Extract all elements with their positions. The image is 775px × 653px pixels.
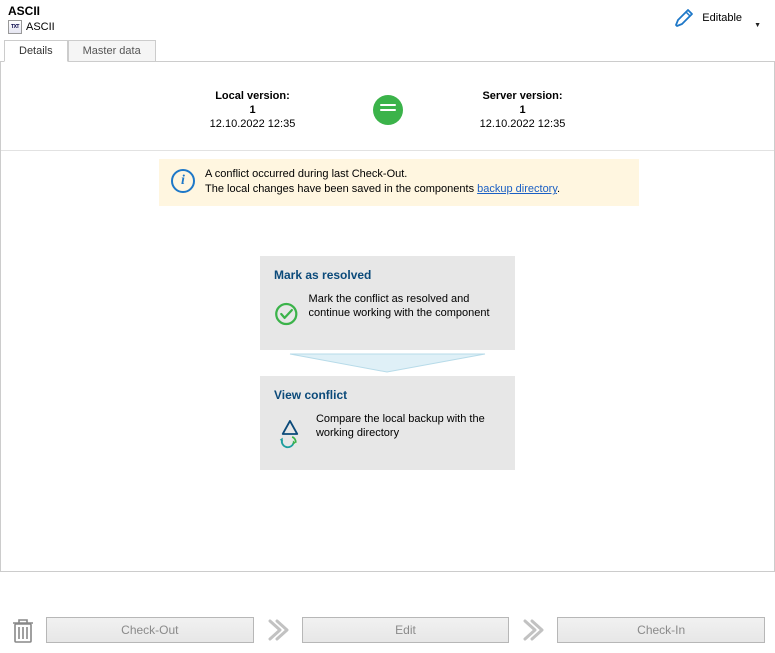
equals-icon	[373, 95, 403, 125]
tab-master-data[interactable]: Master data	[68, 40, 156, 61]
notice-line1: A conflict occurred during last Check-Ou…	[205, 167, 560, 182]
info-icon: i	[171, 169, 195, 193]
mark-resolved-title: Mark as resolved	[274, 268, 501, 282]
editable-label: Editable	[702, 12, 742, 24]
mark-resolved-text: Mark the conflict as resolved and contin…	[309, 292, 501, 321]
checkmark-circle-icon	[274, 292, 299, 336]
details-panel: Local version: 1 12.10.2022 12:35 Server…	[0, 62, 775, 572]
server-version-date: 12.10.2022 12:35	[443, 118, 603, 130]
backup-directory-link[interactable]: backup directory	[477, 183, 557, 195]
tab-bar: Details Master data	[0, 40, 775, 62]
component-name: ASCII	[26, 21, 55, 33]
pencil-icon	[672, 6, 696, 30]
conflict-notice: i A conflict occurred during last Check-…	[159, 159, 639, 206]
chevron-right-icon	[264, 616, 292, 644]
delete-icon[interactable]	[10, 615, 36, 645]
notice-line2: The local changes have been saved in the…	[205, 182, 560, 197]
notice-line2-suffix: .	[557, 183, 560, 195]
view-conflict-text: Compare the local backup with the workin…	[316, 412, 501, 441]
view-conflict-card[interactable]: View conflict Compare the local backup w…	[260, 376, 515, 470]
local-version-label: Local version:	[173, 90, 333, 102]
chevron-right-icon	[519, 616, 547, 644]
local-version-date: 12.10.2022 12:35	[173, 118, 333, 130]
check-out-button[interactable]: Check-Out	[46, 617, 254, 643]
flow-arrow-icon	[260, 350, 515, 376]
server-version-label: Server version:	[443, 90, 603, 102]
mark-resolved-card[interactable]: Mark as resolved Mark the conflict as re…	[260, 256, 515, 350]
chevron-down-icon: ▼	[754, 22, 761, 29]
compare-icon	[274, 412, 306, 456]
editable-dropdown[interactable]: Editable ▼	[672, 6, 761, 30]
versions-row: Local version: 1 12.10.2022 12:35 Server…	[1, 62, 774, 151]
edit-button[interactable]: Edit	[302, 617, 510, 643]
server-version-column: Server version: 1 12.10.2022 12:35	[443, 90, 603, 130]
tab-details[interactable]: Details	[4, 40, 68, 62]
txt-file-icon: TXT	[8, 20, 22, 34]
server-version-number: 1	[443, 104, 603, 116]
view-conflict-title: View conflict	[274, 388, 501, 402]
check-in-button[interactable]: Check-In	[557, 617, 765, 643]
local-version-column: Local version: 1 12.10.2022 12:35	[173, 90, 333, 130]
page-title: ASCII	[8, 4, 767, 18]
notice-line2-prefix: The local changes have been saved in the…	[205, 183, 477, 195]
local-version-number: 1	[173, 104, 333, 116]
